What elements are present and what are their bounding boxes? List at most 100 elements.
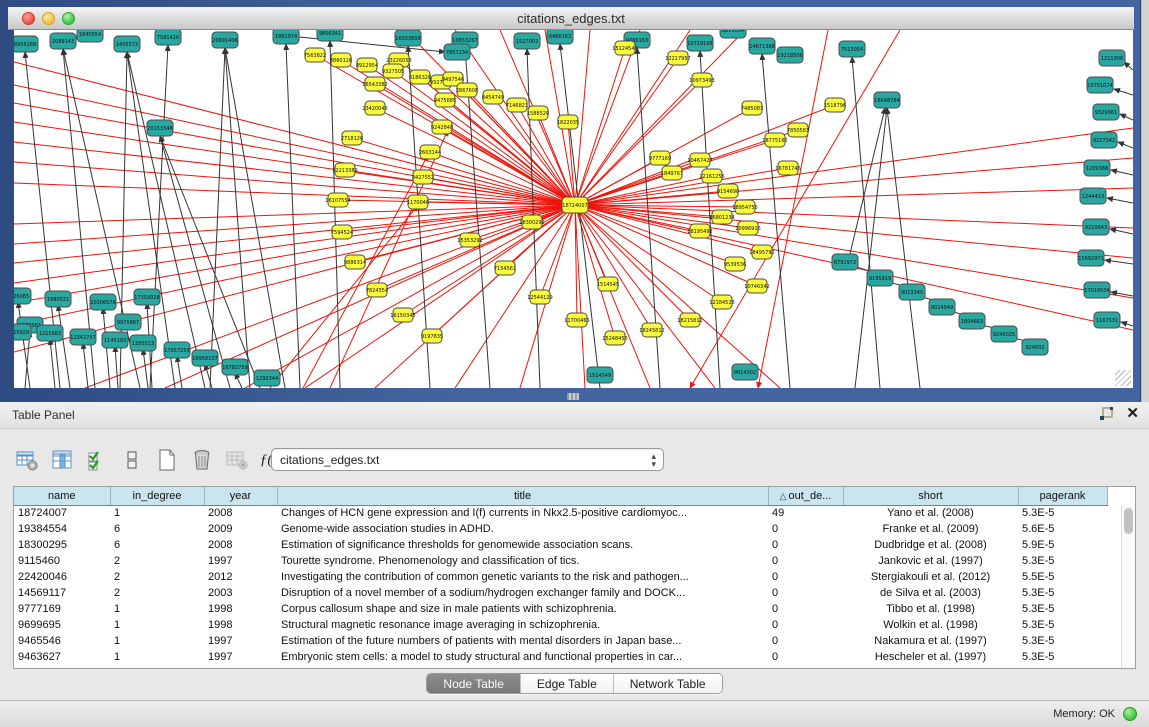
- table-cell-in_degree[interactable]: 6: [110, 521, 204, 537]
- graph-edge[interactable]: [330, 41, 340, 388]
- column-header-out_degree[interactable]: △out_de...: [768, 487, 843, 505]
- table-scrollbar[interactable]: [1121, 506, 1135, 668]
- table-cell-title[interactable]: Structural magnetic resonance image aver…: [277, 617, 768, 633]
- column-header-short[interactable]: short: [843, 487, 1018, 505]
- graph-edge[interactable]: [758, 30, 828, 388]
- scrollbar-thumb[interactable]: [1124, 508, 1133, 534]
- table-cell-year[interactable]: 1997: [204, 649, 277, 665]
- column-header-name[interactable]: name: [14, 487, 110, 505]
- column-header-title[interactable]: title: [277, 487, 768, 505]
- graph-edge[interactable]: [18, 302, 30, 388]
- table-cell-name[interactable]: 18300295: [14, 537, 110, 553]
- table-cell-year[interactable]: 2012: [204, 569, 277, 585]
- graph-edge[interactable]: [575, 205, 1133, 258]
- table-row[interactable]: 2242004622012Investigating the contribut…: [14, 569, 1107, 585]
- table-cell-title[interactable]: Estimation of significance thresholds fo…: [277, 537, 768, 553]
- table-cell-pagerank[interactable]: 5.9E-5: [1018, 537, 1107, 553]
- graph-edge[interactable]: [887, 108, 920, 388]
- graph-edge[interactable]: [690, 30, 900, 388]
- table-cell-pagerank[interactable]: 5.3E-5: [1018, 633, 1107, 649]
- table-cell-name[interactable]: 9699695: [14, 617, 110, 633]
- table-cell-pagerank[interactable]: 5.3E-5: [1018, 553, 1107, 569]
- table-cell-in_degree[interactable]: 1: [110, 617, 204, 633]
- table-cell-pagerank[interactable]: 5.6E-5: [1018, 521, 1107, 537]
- graph-edge[interactable]: [575, 58, 678, 205]
- table-cell-short[interactable]: Wolkin et al. (1998): [843, 617, 1018, 633]
- graph-edge[interactable]: [1121, 322, 1133, 326]
- tab-node-table[interactable]: Node Table: [427, 674, 521, 693]
- resize-grip-icon[interactable]: [1115, 370, 1131, 386]
- table-cell-out_degree[interactable]: 0: [768, 521, 843, 537]
- close-button[interactable]: [22, 12, 35, 25]
- table-cell-title[interactable]: Embryonic stem cells: a model to study s…: [277, 649, 768, 665]
- table-cell-out_degree[interactable]: 49: [768, 505, 843, 521]
- table-row[interactable]: 911546021997Tourette syndrome. Phenomeno…: [14, 553, 1107, 569]
- table-cell-year[interactable]: 1997: [204, 633, 277, 649]
- graph-edge[interactable]: [1118, 142, 1133, 148]
- graph-edge[interactable]: [575, 30, 640, 205]
- graph-edge[interactable]: [1105, 260, 1133, 264]
- graph-edge[interactable]: [225, 48, 250, 388]
- table-cell-title[interactable]: Disruption of a novel member of a sodium…: [277, 585, 768, 601]
- tab-edge-table[interactable]: Edge Table: [521, 674, 614, 693]
- node-table[interactable]: namein_degreeyeartitle△out_de...shortpag…: [14, 487, 1108, 665]
- table-row[interactable]: 946554611997Estimation of the future num…: [14, 633, 1107, 649]
- minimize-button[interactable]: [42, 12, 55, 25]
- table-cell-pagerank[interactable]: 5.3E-5: [1018, 505, 1107, 521]
- delete-table-icon[interactable]: [224, 447, 250, 473]
- table-cell-in_degree[interactable]: 6: [110, 537, 204, 553]
- table-cell-short[interactable]: Nakamura et al. (1997): [843, 633, 1018, 649]
- table-row[interactable]: 969969511998Structural magnetic resonanc…: [14, 617, 1107, 633]
- graph-edge[interactable]: [58, 305, 70, 388]
- graph-edge[interactable]: [83, 343, 88, 388]
- table-row[interactable]: 1456911722003Disruption of a novel membe…: [14, 585, 1107, 601]
- graph-edge[interactable]: [177, 356, 182, 388]
- float-panel-icon[interactable]: [1098, 406, 1114, 422]
- table-cell-year[interactable]: 2003: [204, 585, 277, 601]
- zoom-button[interactable]: [62, 12, 75, 25]
- table-cell-pagerank[interactable]: 5.3E-5: [1018, 585, 1107, 601]
- column-header-pagerank[interactable]: pagerank: [1018, 487, 1107, 505]
- graph-edge[interactable]: [14, 205, 575, 244]
- table-cell-name[interactable]: 22420046: [14, 569, 110, 585]
- table-cell-in_degree[interactable]: 1: [110, 601, 204, 617]
- table-cell-title[interactable]: Corpus callosum shape and size in male p…: [277, 601, 768, 617]
- table-row[interactable]: 977716911998Corpus callosum shape and si…: [14, 601, 1107, 617]
- table-cell-year[interactable]: 1997: [204, 553, 277, 569]
- table-cell-out_degree[interactable]: 0: [768, 553, 843, 569]
- graph-edge[interactable]: [1111, 170, 1133, 175]
- graph-edge[interactable]: [14, 142, 575, 205]
- table-cell-name[interactable]: 9115460: [14, 553, 110, 569]
- table-cell-name[interactable]: 14569117: [14, 585, 110, 601]
- table-cell-pagerank[interactable]: 5.3E-5: [1018, 649, 1107, 665]
- table-cell-out_degree[interactable]: 0: [768, 569, 843, 585]
- graph-edge[interactable]: [1111, 292, 1133, 296]
- table-cell-year[interactable]: 1998: [204, 601, 277, 617]
- split-divider-handle[interactable]: [567, 393, 579, 400]
- table-row[interactable]: 946362711997Embryonic stem cells: a mode…: [14, 649, 1107, 665]
- table-cell-name[interactable]: 18724007: [14, 505, 110, 521]
- column-header-in_degree[interactable]: in_degree: [110, 487, 204, 505]
- table-cell-short[interactable]: Dudbridge et al. (2008): [843, 537, 1018, 553]
- graph-edge[interactable]: [143, 349, 148, 388]
- table-cell-title[interactable]: Genome-wide association studies in ADHD.: [277, 521, 768, 537]
- tab-network-table[interactable]: Network Table: [614, 674, 722, 693]
- table-cell-title[interactable]: Investigating the contribution of common…: [277, 569, 768, 585]
- window-titlebar[interactable]: citations_edges.txt: [8, 7, 1134, 30]
- graph-edge[interactable]: [1110, 229, 1133, 234]
- table-cell-short[interactable]: Jankovic et al. (1997): [843, 553, 1018, 569]
- table-cell-name[interactable]: 9777169: [14, 601, 110, 617]
- graph-edge[interactable]: [575, 128, 1133, 205]
- table-cell-year[interactable]: 2009: [204, 521, 277, 537]
- table-selector[interactable]: citations_edges.txt ▴▾: [271, 448, 664, 471]
- table-cell-short[interactable]: Hescheler et al. (1997): [843, 649, 1018, 665]
- close-panel-icon[interactable]: ✕: [1126, 406, 1139, 422]
- table-cell-title[interactable]: Estimation of the future numbers of pati…: [277, 633, 768, 649]
- table-cell-pagerank[interactable]: 5.5E-5: [1018, 569, 1107, 585]
- checklist-icon[interactable]: [84, 447, 110, 473]
- table-cell-name[interactable]: 9463627: [14, 649, 110, 665]
- table-cell-name[interactable]: 19384554: [14, 521, 110, 537]
- new-file-icon[interactable]: [154, 447, 180, 473]
- graph-edge[interactable]: [50, 339, 55, 388]
- graph-edge[interactable]: [1107, 198, 1133, 203]
